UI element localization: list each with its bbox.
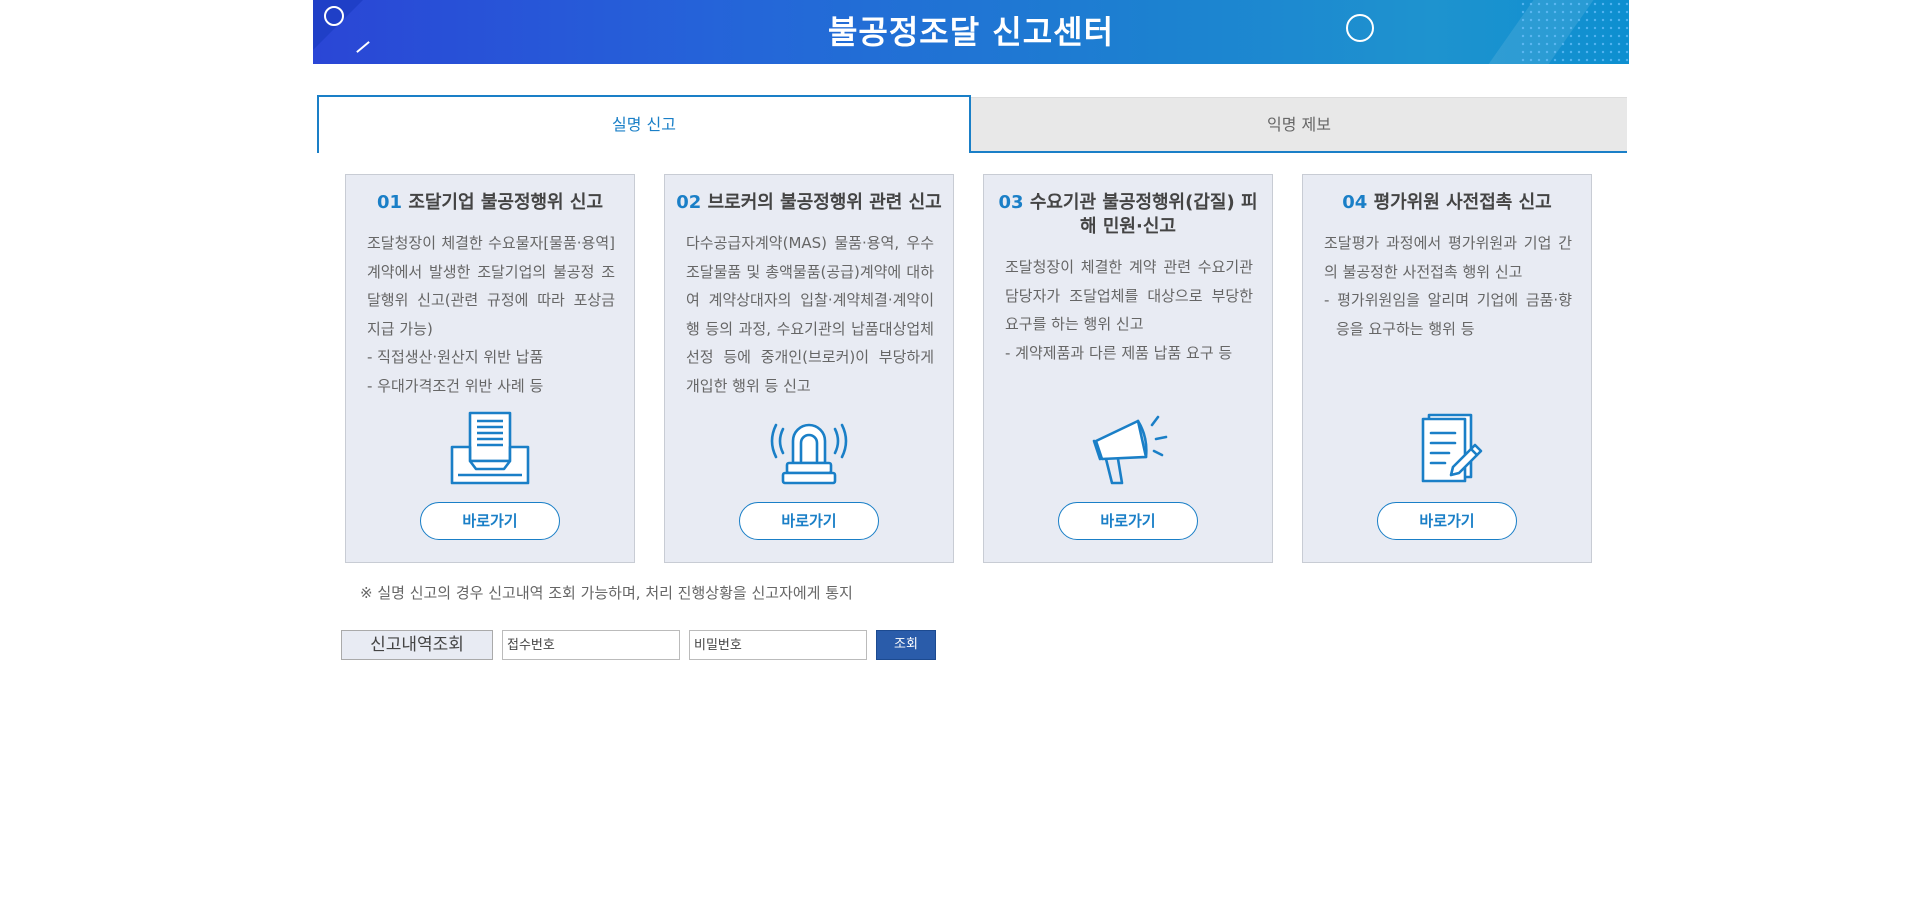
card-title: 01 조달기업 불공정행위 신고 <box>346 191 634 215</box>
card-bullet: - 우대가격조건 위반 사례 등 <box>367 376 544 395</box>
card-body-text: 조달청장이 체결한 수요물자[물품·용역] 계약에서 발생한 조달기업의 불공정… <box>367 234 615 338</box>
document-tray-icon <box>346 411 634 491</box>
go-button[interactable]: 바로가기 <box>1377 502 1517 540</box>
report-card-supplier: 01 조달기업 불공정행위 신고 조달청장이 체결한 수요물자[물품·용역] 계… <box>345 174 635 563</box>
password-input[interactable] <box>689 630 867 660</box>
card-number: 04 <box>1342 192 1368 213</box>
card-title: 02 브로커의 불공정행위 관련 신고 <box>665 191 953 215</box>
card-title-text: 수요기관 불공정행위(갑질) 피해 민원·신고 <box>1029 192 1258 237</box>
card-number: 02 <box>676 192 702 213</box>
tab-real-name-report[interactable]: 실명 신고 <box>317 95 971 153</box>
notice-text: ※ 실명 신고의 경우 신고내역 조회 가능하며, 처리 진행상황을 신고자에게… <box>360 584 853 602</box>
card-title-text: 조달기업 불공정행위 신고 <box>408 192 604 213</box>
card-bullet: - 평가위원임을 알리며 기업에 금품·향응을 요구하는 행위 등 <box>1324 291 1572 338</box>
go-button[interactable]: 바로가기 <box>420 502 560 540</box>
report-card-evaluator: 04 평가위원 사전접촉 신고 조달평가 과정에서 평가위원과 기업 간의 불공… <box>1302 174 1592 563</box>
document-pen-icon <box>1303 411 1591 491</box>
card-title: 04 평가위원 사전접촉 신고 <box>1303 191 1591 215</box>
lookup-button[interactable]: 조회 <box>876 630 936 660</box>
card-number: 01 <box>376 192 403 213</box>
card-title: 03 수요기관 불공정행위(갑질) 피해 민원·신고 <box>984 191 1272 239</box>
go-button[interactable]: 바로가기 <box>1058 502 1198 540</box>
report-type-tabs: 실명 신고 익명 제보 <box>317 95 1627 153</box>
report-card-agency: 03 수요기관 불공정행위(갑질) 피해 민원·신고 조달청장이 체결한 계약 … <box>983 174 1273 563</box>
siren-icon <box>665 411 953 491</box>
go-button[interactable]: 바로가기 <box>739 502 879 540</box>
card-body-text: 다수공급자계약(MAS) 물품·용역, 우수조달물품 및 총액물품(공급)계약에… <box>686 234 934 395</box>
receipt-number-input[interactable] <box>502 630 680 660</box>
page: 불공정조달 신고센터 실명 신고 익명 제보 01 조달기업 불공정행위 신고 … <box>0 0 1920 919</box>
card-bullet: - 직접생산·원산지 위반 납품 <box>367 348 544 366</box>
card-description: 조달평가 과정에서 평가위원과 기업 간의 불공정한 사전접촉 행위 신고 - … <box>1324 229 1572 343</box>
card-description: 조달청장이 체결한 수요물자[물품·용역] 계약에서 발생한 조달기업의 불공정… <box>367 229 615 400</box>
card-bullet: - 계약제품과 다른 제품 납품 요구 등 <box>1005 343 1233 362</box>
card-body-text: 조달평가 과정에서 평가위원과 기업 간의 불공정한 사전접촉 행위 신고 <box>1324 234 1572 281</box>
page-title: 불공정조달 신고센터 <box>827 13 1115 51</box>
report-lookup-label: 신고내역조회 <box>341 630 493 660</box>
report-card-broker: 02 브로커의 불공정행위 관련 신고 다수공급자계약(MAS) 물품·용역, … <box>664 174 954 563</box>
card-title-text: 평가위원 사전접촉 신고 <box>1373 192 1552 213</box>
megaphone-icon <box>984 411 1272 491</box>
card-description: 다수공급자계약(MAS) 물품·용역, 우수조달물품 및 총액물품(공급)계약에… <box>686 229 934 400</box>
card-description: 조달청장이 체결한 계약 관련 수요기관 담당자가 조달업체를 대상으로 부당한… <box>1005 253 1253 367</box>
header-banner: 불공정조달 신고센터 <box>313 0 1629 64</box>
card-title-text: 브로커의 불공정행위 관련 신고 <box>707 192 942 213</box>
card-body-text: 조달청장이 체결한 계약 관련 수요기관 담당자가 조달업체를 대상으로 부당한… <box>1005 258 1253 333</box>
tab-anonymous-report[interactable]: 익명 제보 <box>971 97 1627 153</box>
card-number: 03 <box>998 192 1024 213</box>
